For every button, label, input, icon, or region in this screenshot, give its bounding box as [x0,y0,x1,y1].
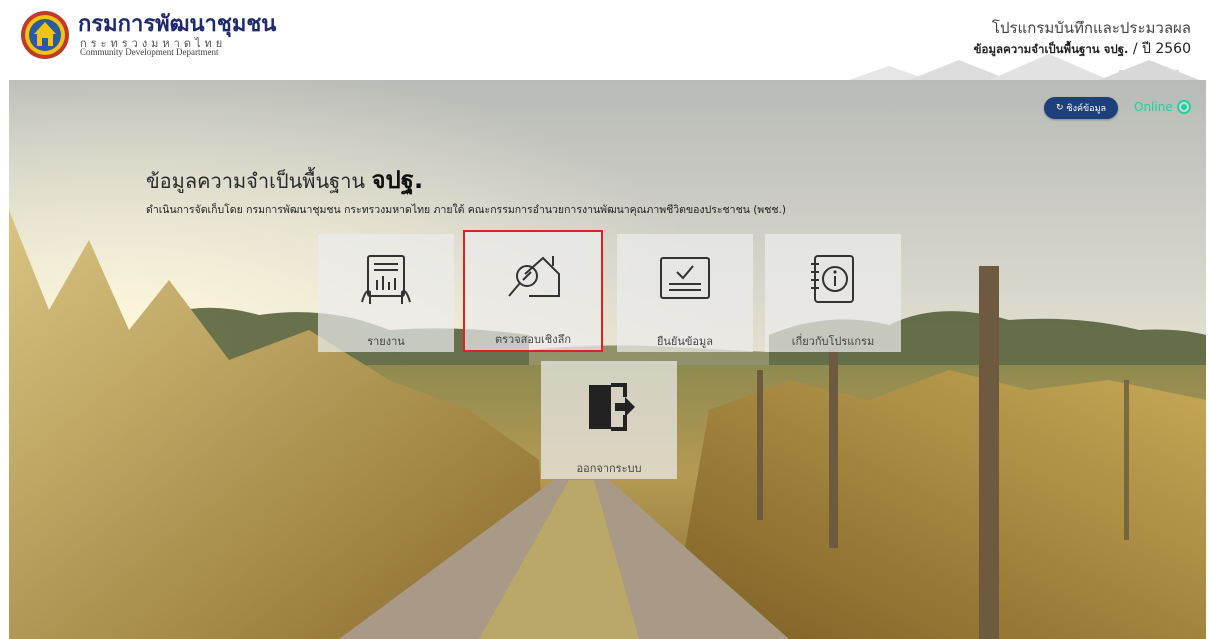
report-icon [361,255,411,304]
roofs-decoration [849,54,1199,80]
menu-tile-confirm-label: ยืนยันข้อมูล [656,335,714,348]
org-logo [21,11,69,59]
menu-tile-logout-label: ออกจากระบบ [576,462,642,475]
sync-data-label: ซิงค์ข้อมูล [1066,104,1107,114]
about-info-icon [811,255,854,303]
page-title-prefix: ข้อมูลความจำเป็นพื้นฐาน [146,169,372,193]
online-status-label: Online [1134,100,1173,114]
inspect-house-icon [508,256,560,297]
menu-tile-about-label: เกี่ยวกับโปรแกรม [791,335,875,348]
online-status-icon [1177,100,1191,114]
sync-data-button[interactable]: ↻ ซิงค์ข้อมูล [1044,97,1118,119]
page-title: ข้อมูลความจำเป็นพื้นฐาน จปฐ. [146,160,423,199]
logout-icon [589,383,635,431]
menu-tile-inspect[interactable]: ตรวจสอบเชิงลึก [463,230,603,352]
app-header: กรมการพัฒนาชุมชน กระทรวงมหาดไทย Communit… [0,0,1209,80]
menu-tile-inspect-label: ตรวจสอบเชิงลึก [495,333,571,346]
org-english-name: Community Development Department [80,47,219,57]
menu-tile-report[interactable]: รายงาน [318,234,454,352]
page-title-bold: จปฐ. [371,166,424,194]
confirm-data-icon [660,257,710,299]
page-description: ดำเนินการจัดเก็บโดย กรมการพัฒนาชุมชน กระ… [146,204,786,216]
menu-tile-report-label: รายงาน [367,335,405,348]
menu-tile-about[interactable]: เกี่ยวกับโปรแกรม [765,234,901,352]
program-name: โปรแกรมบันทึกและประมวลผล [991,19,1191,37]
refresh-icon: ↻ [1055,103,1064,113]
menu-tile-logout[interactable]: ออกจากระบบ [541,361,677,479]
menu-tile-confirm[interactable]: ยืนยันข้อมูล [617,234,753,352]
